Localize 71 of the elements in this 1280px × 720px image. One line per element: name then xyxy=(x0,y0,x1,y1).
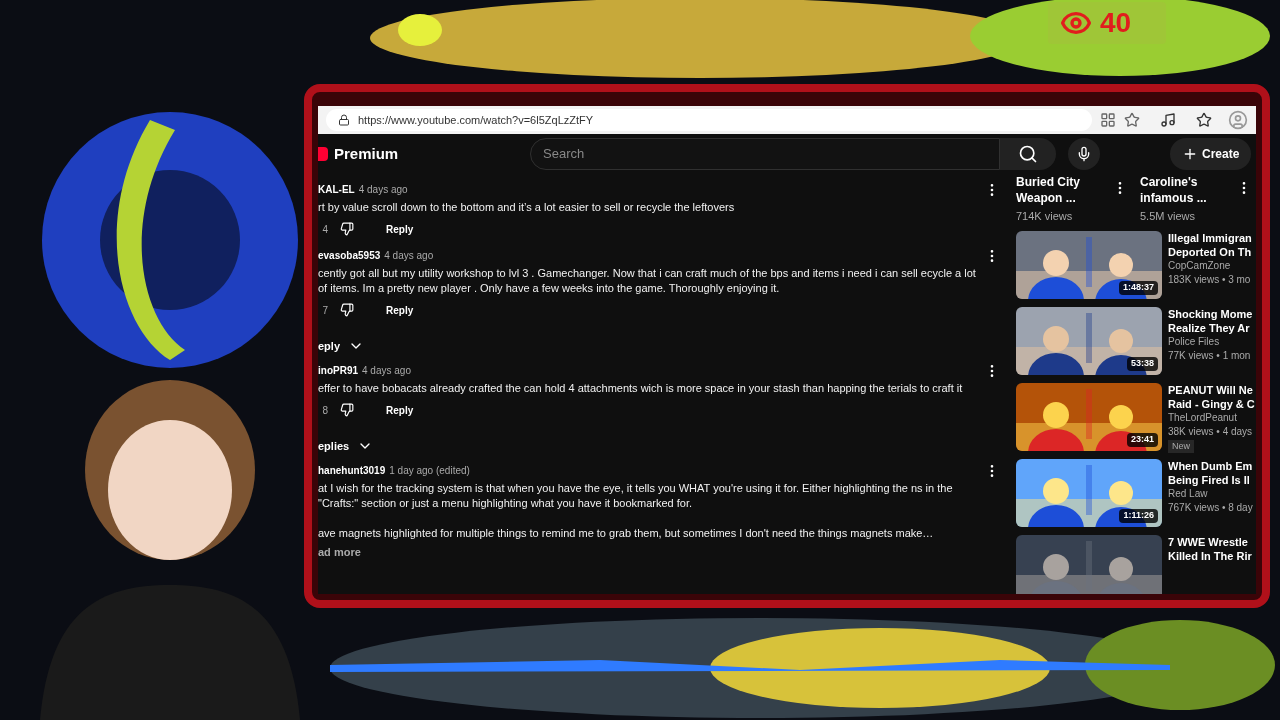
mic-icon xyxy=(1076,146,1092,162)
dislike-icon[interactable] xyxy=(340,222,354,236)
comment-author[interactable]: evasoba5953 xyxy=(318,248,381,263)
video-title[interactable]: Shocking Mome xyxy=(1168,306,1253,321)
search-icon xyxy=(1018,144,1038,164)
search-field[interactable]: Search xyxy=(530,138,1000,170)
video-meta: 77K views • 1 mon xyxy=(1168,348,1252,363)
video-title[interactable]: Caroline's xyxy=(1140,174,1207,190)
comment-time: 4 days ago xyxy=(384,249,434,263)
video-views: 714K views xyxy=(1016,209,1074,224)
video-meta: 183K views • 3 mo xyxy=(1168,272,1252,287)
profile-icon[interactable] xyxy=(1228,110,1248,130)
search-button[interactable] xyxy=(1000,138,1056,170)
url-field[interactable]: https://www.youtube.com/watch?v=6l5ZqLzZtFY xyxy=(326,109,1092,131)
video-title[interactable]: Raid - Gingy & C xyxy=(1168,396,1255,411)
video-title[interactable]: Buried City xyxy=(1016,174,1080,190)
star-icon[interactable] xyxy=(1124,112,1140,128)
video-title[interactable]: Deported On Th xyxy=(1168,244,1252,259)
channel-name[interactable]: Police Files xyxy=(1168,334,1253,349)
dislike-icon[interactable] xyxy=(340,403,354,417)
lock-icon xyxy=(338,114,350,126)
comment-time: 4 days ago xyxy=(358,183,408,197)
logo-text: Premium xyxy=(334,143,399,164)
reply-button[interactable]: Reply xyxy=(386,221,414,237)
grid-icon[interactable] xyxy=(1100,112,1116,128)
reply-button[interactable]: Reply xyxy=(386,402,414,418)
channel-name[interactable]: CopCamZone xyxy=(1168,258,1252,273)
comment-author[interactable]: KAL-EL xyxy=(318,182,355,197)
like-count: 8 xyxy=(321,403,328,418)
comment-text: at I wish for the tracking system is that when you have the eye, it tells you WHAT you're using it for. Either highlighting the ns in the "Crafts:" section or just a menu highlighting what you have it bookmarked for. xyxy=(318,481,954,511)
video-duration: 53:38 xyxy=(1126,357,1158,371)
video-title[interactable]: Illegal Immigran xyxy=(1168,230,1252,245)
video-title[interactable]: When Dumb Em xyxy=(1168,458,1253,473)
comment-time: 4 days ago xyxy=(362,364,411,378)
viewer-count: 40 xyxy=(1048,2,1166,44)
video-duration: 23:41 xyxy=(1126,433,1158,447)
video-title[interactable]: Killed In The Rir xyxy=(1168,548,1252,563)
comment-text: cently got all but my utility workshop to lvl 3 . Gamechanger. Now that i can craft much of the bps and items i need i can sell ecycle a lot of items. Im a pretty new player . Only have a few weeks into the game. Thoroughly enjoying it. xyxy=(318,266,977,296)
mic-button[interactable] xyxy=(1068,138,1100,170)
video-title[interactable]: Realize They Ar xyxy=(1168,320,1253,335)
replies-toggle[interactable]: eplies xyxy=(318,429,374,463)
video-meta: 38K views • 4 days xyxy=(1168,424,1254,439)
music-icon[interactable] xyxy=(1160,112,1176,128)
like-count: 7 xyxy=(321,303,328,318)
logo-icon xyxy=(318,147,328,161)
video-title[interactable]: 7 WWE Wrestle xyxy=(1168,534,1252,549)
channel-name[interactable]: Red Law xyxy=(1168,486,1253,501)
video-duration: 1:48:37 xyxy=(1118,281,1158,295)
video-title[interactable]: Being Fired Is Il xyxy=(1168,472,1253,487)
channel-name[interactable]: TheLordPeanut xyxy=(1168,410,1255,425)
create-button[interactable]: Create xyxy=(1170,138,1252,170)
like-count: 4 xyxy=(321,222,328,237)
read-more-link[interactable]: ad more xyxy=(318,544,361,561)
comment-text: effer to have bobacats already crafted the can hold 4 attachments wich is more space in your stash than happing the terials to craft it xyxy=(318,381,964,396)
video-views: 5.5M views xyxy=(1140,209,1197,224)
replies-toggle[interactable]: eply xyxy=(318,329,364,363)
comment-text: rt by value scroll down to the bottom and it’s a lot easier to sell or recycle the leftovers xyxy=(318,200,736,215)
comment-text: ave magnets highlighted for multiple things to remind me to grab them, but sometimes I don't need the things magnets make… xyxy=(318,526,935,541)
favorites-icon[interactable] xyxy=(1196,112,1212,128)
new-badge: New xyxy=(1168,439,1194,453)
video-title[interactable]: Weapon ... xyxy=(1016,190,1080,206)
comment-author[interactable]: inoPR91 xyxy=(318,363,358,378)
reply-button[interactable]: Reply xyxy=(386,302,414,318)
video-title[interactable]: PEANUT Will Ne xyxy=(1168,382,1255,397)
video-meta: 767K views • 8 day xyxy=(1168,500,1253,515)
dislike-icon[interactable] xyxy=(340,303,354,317)
comment-time: 1 day ago (edited) xyxy=(389,464,470,478)
video-duration: 1:11:26 xyxy=(1119,509,1158,523)
video-title[interactable]: infamous ... xyxy=(1140,190,1207,206)
plus-icon xyxy=(1182,146,1198,162)
comment-author[interactable]: hanehunt3019 xyxy=(318,463,386,478)
